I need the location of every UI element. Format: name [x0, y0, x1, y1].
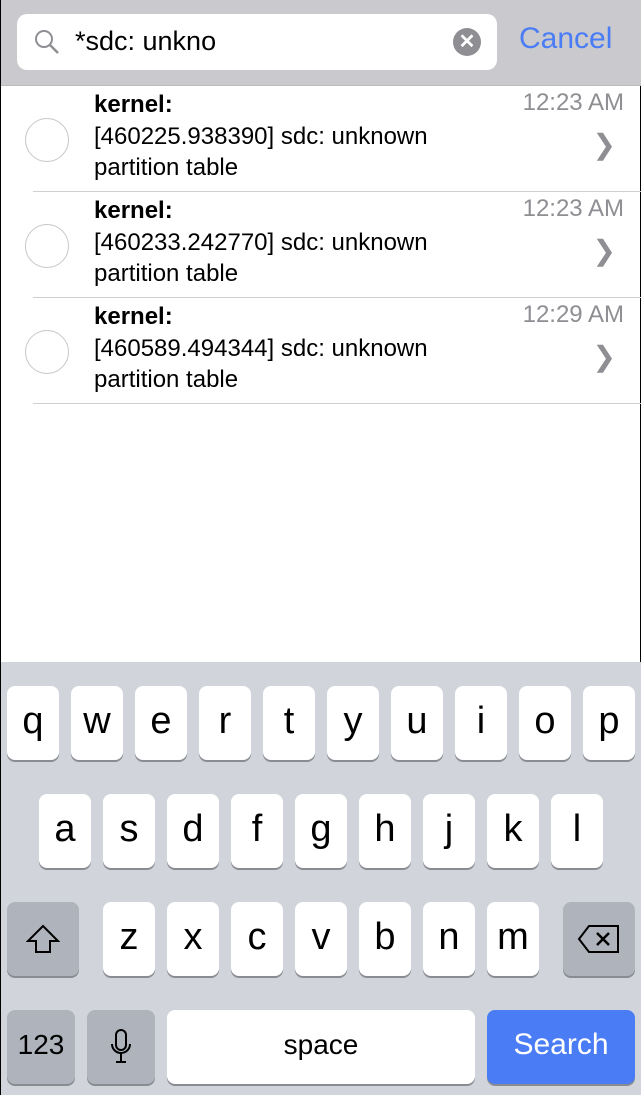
key-w[interactable]: w: [71, 686, 123, 760]
key-label: s: [119, 808, 139, 850]
key-c[interactable]: c: [231, 902, 283, 976]
log-source: kernel:: [94, 197, 173, 224]
key-o[interactable]: o: [519, 686, 571, 760]
key-k[interactable]: k: [487, 794, 539, 868]
chevron-right-icon: ❯: [592, 129, 616, 160]
key-label: g: [310, 808, 332, 850]
key-label: b: [374, 916, 396, 958]
log-message: [460225.938390] sdc: unknown partition t…: [94, 122, 428, 182]
key-label: l: [572, 808, 582, 850]
key-label: m: [497, 916, 529, 958]
key-p[interactable]: p: [583, 686, 635, 760]
numbers-key[interactable]: 123: [7, 1010, 75, 1084]
key-e[interactable]: e: [135, 686, 187, 760]
key-label: e: [150, 700, 172, 742]
microphone-icon: [111, 1029, 131, 1063]
key-v[interactable]: v: [295, 902, 347, 976]
log-time: 12:23 AM: [522, 195, 624, 222]
key-f[interactable]: f: [231, 794, 283, 868]
space-key[interactable]: space: [167, 1010, 475, 1084]
key-label: h: [374, 808, 396, 850]
key-label: d: [182, 808, 204, 850]
key-label: a: [54, 808, 76, 850]
log-time: 12:23 AM: [522, 89, 624, 116]
keyboard: q w e r t y u i o p a s d f g h j k l z x c v b n m 123 space Search: [1, 662, 641, 1095]
key-y[interactable]: y: [327, 686, 379, 760]
select-circle-icon[interactable]: [25, 330, 69, 374]
select-circle-icon[interactable]: [25, 224, 69, 268]
key-s[interactable]: s: [103, 794, 155, 868]
list-item[interactable]: kernel: [460225.938390] sdc: unknown part…: [1, 86, 641, 192]
key-u[interactable]: u: [391, 686, 443, 760]
key-label: v: [311, 916, 331, 958]
list-item[interactable]: kernel: [460589.494344] sdc: unknown part…: [1, 298, 641, 404]
key-label: o: [534, 700, 556, 742]
chevron-right-icon: ❯: [592, 235, 616, 266]
key-label: q: [22, 700, 44, 742]
key-h[interactable]: h: [359, 794, 411, 868]
key-j[interactable]: j: [423, 794, 475, 868]
key-q[interactable]: q: [7, 686, 59, 760]
clear-icon[interactable]: ✕: [453, 28, 481, 56]
key-label: x: [183, 916, 203, 958]
divider: [33, 403, 641, 404]
key-label: r: [218, 700, 232, 742]
key-a[interactable]: a: [39, 794, 91, 868]
key-label: i: [476, 700, 486, 742]
key-label: k: [503, 808, 523, 850]
key-label: y: [343, 700, 363, 742]
key-label: t: [283, 700, 295, 742]
backspace-icon: [577, 925, 619, 953]
key-label: z: [119, 916, 139, 958]
key-label: j: [444, 808, 454, 850]
key-r[interactable]: r: [199, 686, 251, 760]
key-label: u: [406, 700, 428, 742]
key-label: f: [251, 808, 263, 850]
shift-key[interactable]: [7, 902, 79, 976]
key-m[interactable]: m: [487, 902, 539, 976]
log-source: kernel:: [94, 303, 173, 330]
list-item[interactable]: kernel: [460233.242770] sdc: unknown part…: [1, 192, 641, 298]
key-label: n: [438, 916, 460, 958]
key-label: 123: [17, 1029, 65, 1060]
key-z[interactable]: z: [103, 902, 155, 976]
select-circle-icon[interactable]: [25, 118, 69, 162]
key-g[interactable]: g: [295, 794, 347, 868]
log-message: [460233.242770] sdc: unknown partition t…: [94, 228, 428, 288]
search-input[interactable]: *sdc: unkno ✕: [17, 14, 497, 70]
key-b[interactable]: b: [359, 902, 411, 976]
delete-key[interactable]: [563, 902, 635, 976]
search-icon: [35, 30, 59, 54]
log-message: [460589.494344] sdc: unknown partition t…: [94, 334, 428, 394]
key-l[interactable]: l: [551, 794, 603, 868]
shift-icon: [25, 924, 61, 953]
search-bar: *sdc: unkno ✕ Cancel: [1, 0, 641, 86]
key-t[interactable]: t: [263, 686, 315, 760]
log-source: kernel:: [94, 91, 173, 118]
search-key[interactable]: Search: [487, 1010, 635, 1084]
chevron-right-icon: ❯: [592, 341, 616, 372]
key-n[interactable]: n: [423, 902, 475, 976]
cancel-button[interactable]: Cancel: [519, 22, 612, 56]
key-label: w: [83, 700, 111, 742]
key-x[interactable]: x: [167, 902, 219, 976]
key-i[interactable]: i: [455, 686, 507, 760]
key-label: space: [283, 1029, 359, 1060]
key-label: c: [247, 916, 267, 958]
key-label: Search: [513, 1028, 609, 1061]
log-time: 12:29 AM: [522, 301, 624, 328]
key-d[interactable]: d: [167, 794, 219, 868]
dictation-key[interactable]: [87, 1010, 155, 1084]
search-value: *sdc: unkno: [75, 26, 217, 56]
key-label: p: [598, 700, 620, 742]
